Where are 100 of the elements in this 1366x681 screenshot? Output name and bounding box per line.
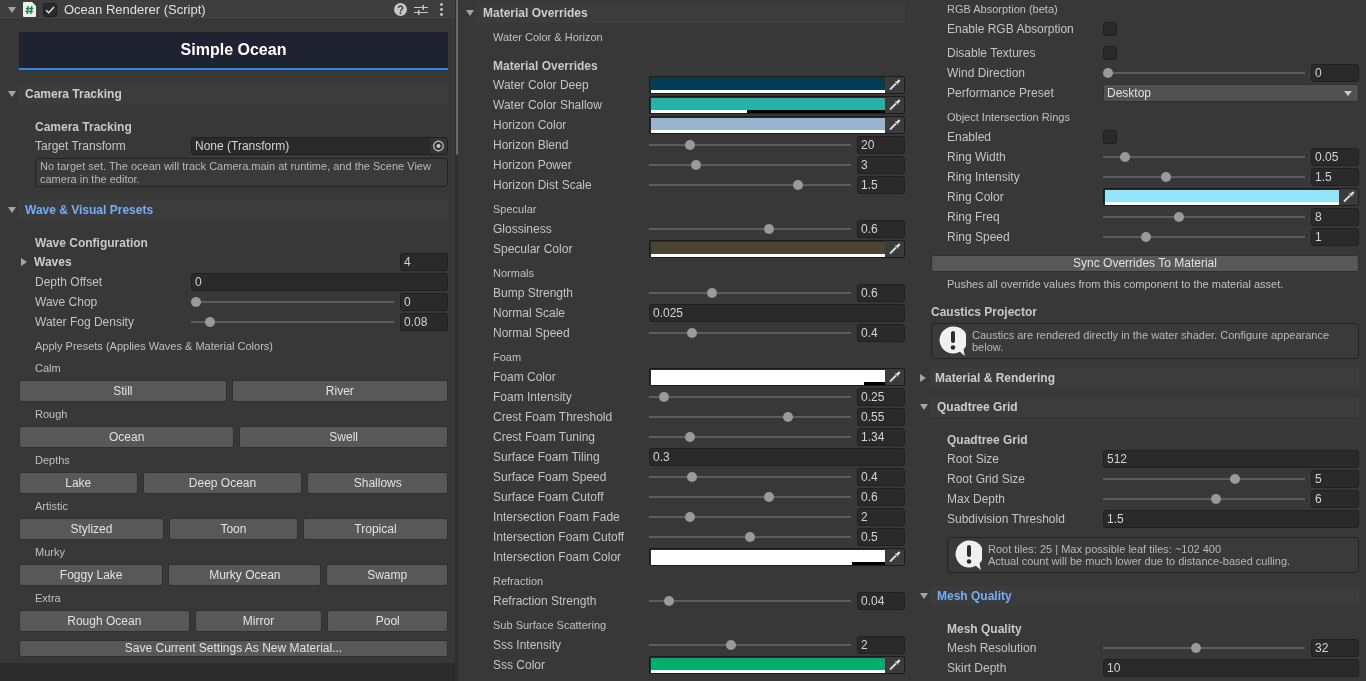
preset-button[interactable]: Rough Ocean: [19, 610, 190, 632]
slider-thumb[interactable]: [1103, 68, 1113, 78]
slider-thumb[interactable]: [1141, 232, 1152, 242]
slider-thumb[interactable]: [764, 492, 775, 502]
foldout-header[interactable]: Mesh Quality: [917, 586, 1359, 606]
preset-button[interactable]: River: [231, 380, 448, 402]
checkbox[interactable]: [1103, 22, 1117, 36]
foldout-header[interactable]: Quadtree Grid: [917, 397, 1359, 417]
preset-button[interactable]: Shallows: [307, 472, 448, 494]
slider-thumb[interactable]: [658, 392, 669, 402]
checkbox[interactable]: [1103, 130, 1117, 144]
checkbox[interactable]: [1103, 46, 1117, 60]
slider-thumb[interactable]: [725, 640, 736, 650]
color-field[interactable]: [649, 240, 905, 258]
preset-button[interactable]: Swamp: [326, 564, 448, 586]
preset-button[interactable]: Swell: [239, 426, 448, 448]
text-field[interactable]: 10: [1103, 659, 1359, 677]
preset-button[interactable]: Murky Ocean: [168, 564, 322, 586]
number-field[interactable]: 0.6: [857, 284, 905, 302]
color-field[interactable]: [649, 368, 905, 386]
eyedropper-icon[interactable]: [885, 97, 904, 113]
number-field[interactable]: 1: [1311, 228, 1359, 246]
number-field[interactable]: 0.05: [1311, 148, 1359, 166]
number-field[interactable]: 8: [1311, 208, 1359, 226]
number-field[interactable]: 20: [857, 136, 905, 154]
slider-thumb[interactable]: [685, 140, 696, 150]
color-field[interactable]: [649, 96, 905, 114]
foldout-header[interactable]: Camera Tracking: [5, 84, 448, 104]
preset-button[interactable]: Tropical: [302, 518, 448, 540]
help-icon[interactable]: [394, 3, 407, 16]
sliders-icon[interactable]: [414, 3, 428, 16]
color-field[interactable]: [649, 548, 905, 566]
color-field[interactable]: [649, 656, 905, 674]
array-foldout[interactable]: Waves: [21, 255, 72, 269]
text-field[interactable]: 1.5: [1103, 510, 1359, 528]
preset-button[interactable]: Deep Ocean: [142, 472, 303, 494]
color-field[interactable]: [649, 116, 905, 134]
foldout-header[interactable]: Material & Rendering: [917, 368, 1359, 388]
foldout-header[interactable]: Wave & Visual Presets: [5, 200, 448, 220]
eyedropper-icon[interactable]: [885, 117, 904, 133]
number-field[interactable]: 3: [857, 156, 905, 174]
slider-thumb[interactable]: [745, 532, 755, 542]
preset-button[interactable]: Foggy Lake: [19, 564, 164, 586]
scrollbar-thumb[interactable]: [455, 0, 458, 155]
text-field[interactable]: 0.025: [649, 304, 905, 322]
slider-thumb[interactable]: [706, 288, 717, 298]
action-button[interactable]: Sync Overrides To Material: [931, 255, 1359, 272]
number-field[interactable]: 2: [857, 636, 905, 654]
eyedropper-icon[interactable]: [885, 369, 904, 385]
number-field[interactable]: 0.08: [400, 313, 448, 331]
preset-button[interactable]: Still: [19, 380, 227, 402]
checkbox[interactable]: [43, 2, 57, 17]
dropdown[interactable]: Desktop: [1103, 84, 1359, 102]
action-button[interactable]: Save Current Settings As New Material...: [19, 640, 448, 657]
number-field[interactable]: 5: [1311, 470, 1359, 488]
slider-thumb[interactable]: [1120, 152, 1131, 162]
target-icon[interactable]: [430, 138, 447, 154]
number-field[interactable]: 0.4: [857, 468, 905, 486]
number-field[interactable]: 0.04: [857, 592, 905, 610]
number-field[interactable]: 1.5: [857, 176, 905, 194]
slider-thumb[interactable]: [1160, 172, 1171, 182]
number-field[interactable]: 32: [1311, 639, 1359, 657]
number-field[interactable]: 0.4: [857, 324, 905, 342]
kebab-menu-icon[interactable]: [440, 3, 443, 16]
eyedropper-icon[interactable]: [885, 549, 904, 565]
preset-button[interactable]: Ocean: [19, 426, 235, 448]
size-field[interactable]: 4: [400, 253, 448, 271]
slider-thumb[interactable]: [783, 412, 794, 422]
slider-thumb[interactable]: [687, 472, 698, 482]
slider-thumb[interactable]: [685, 512, 696, 522]
text-field[interactable]: 0.3: [649, 448, 905, 466]
number-field[interactable]: 6: [1311, 490, 1359, 508]
slider-thumb[interactable]: [1174, 212, 1185, 222]
number-field[interactable]: 0: [1311, 64, 1359, 82]
preset-button[interactable]: Mirror: [194, 610, 323, 632]
caret-icon[interactable]: [8, 6, 16, 13]
slider-thumb[interactable]: [1191, 643, 1202, 653]
color-field[interactable]: [1103, 188, 1359, 206]
preset-button[interactable]: Pool: [327, 610, 448, 632]
object-field[interactable]: None (Transform): [191, 137, 448, 155]
number-field[interactable]: 0.6: [857, 220, 905, 238]
number-field[interactable]: 0.5: [857, 528, 905, 546]
slider-thumb[interactable]: [691, 160, 702, 170]
number-field[interactable]: 2: [857, 508, 905, 526]
slider-thumb[interactable]: [1210, 494, 1221, 504]
slider-thumb[interactable]: [664, 596, 675, 606]
slider-thumb[interactable]: [764, 224, 775, 234]
slider-thumb[interactable]: [191, 297, 201, 307]
slider-thumb[interactable]: [793, 180, 803, 190]
foldout-header[interactable]: Material Overrides: [463, 3, 905, 23]
text-field[interactable]: 512: [1103, 450, 1359, 468]
preset-button[interactable]: Lake: [19, 472, 138, 494]
slider-thumb[interactable]: [685, 432, 696, 442]
slider-thumb[interactable]: [204, 317, 215, 327]
number-field[interactable]: 1.34: [857, 428, 905, 446]
slider-thumb[interactable]: [687, 328, 698, 338]
text-field[interactable]: 0: [191, 273, 448, 291]
color-field[interactable]: [649, 76, 905, 94]
number-field[interactable]: 0.25: [857, 388, 905, 406]
number-field[interactable]: 1.5: [1311, 168, 1359, 186]
